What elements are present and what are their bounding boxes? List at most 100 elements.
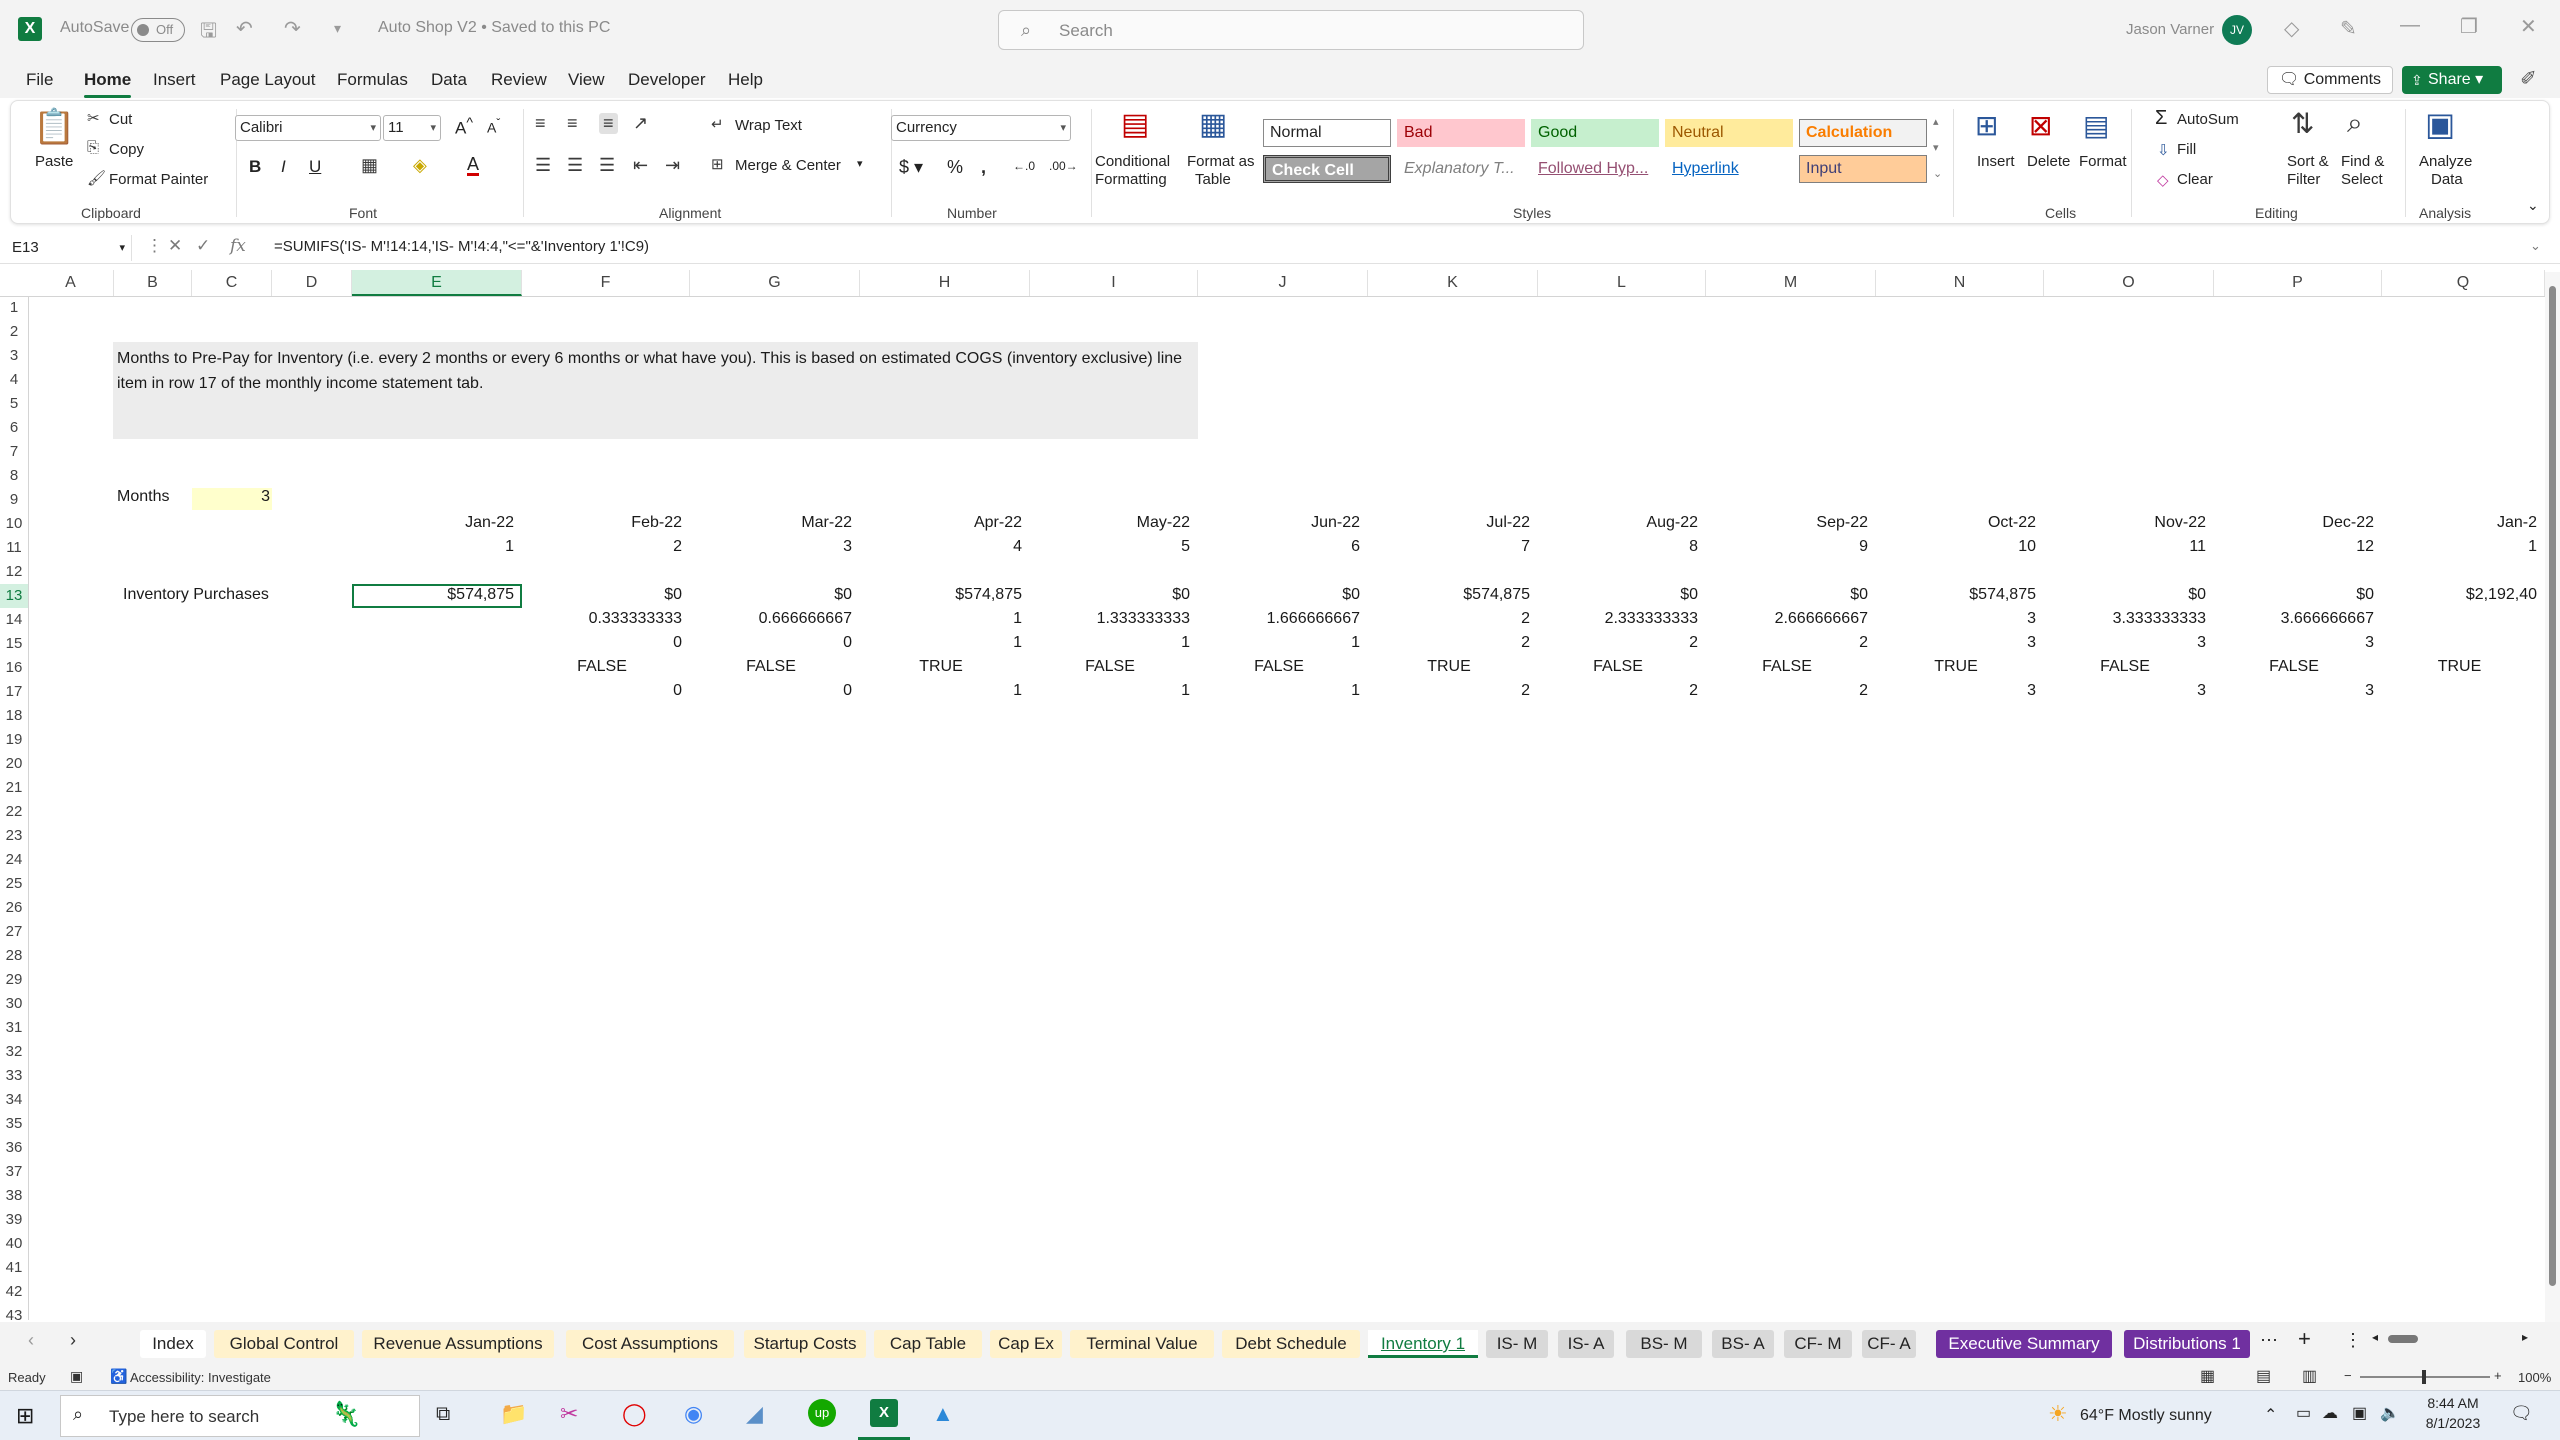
clear-button[interactable]: Clear: [2177, 171, 2213, 188]
close-icon[interactable]: ✕: [2520, 14, 2537, 39]
cell-p13[interactable]: $0: [2214, 586, 2374, 604]
fill-button[interactable]: Fill: [2177, 141, 2196, 158]
cell-j16[interactable]: FALSE: [1198, 658, 1360, 676]
cell-h15[interactable]: 1: [860, 634, 1022, 652]
style-input[interactable]: Input: [1799, 155, 1927, 183]
cell-g14[interactable]: 0.666666667: [690, 610, 852, 628]
tab-is-a[interactable]: IS- A: [1558, 1330, 1614, 1358]
add-sheet-icon[interactable]: +: [2298, 1326, 2311, 1352]
tab-global-control[interactable]: Global Control: [214, 1330, 354, 1358]
cell-j10[interactable]: Jun-22: [1198, 514, 1360, 532]
row-header-6[interactable]: 6: [0, 416, 28, 440]
row-header-8[interactable]: 8: [0, 464, 28, 488]
chrome-icon[interactable]: ◉: [684, 1401, 703, 1427]
cell-j15[interactable]: 1: [1198, 634, 1360, 652]
find-select-button-line2[interactable]: Select: [2341, 171, 2383, 188]
search-box[interactable]: ⌕ Search: [998, 10, 1584, 50]
column-header-h[interactable]: H: [860, 270, 1030, 296]
format-as-table-button-line2[interactable]: Table: [1195, 171, 1231, 188]
scrollbar-thumb[interactable]: [2549, 286, 2556, 1286]
orientation-icon[interactable]: ↗: [633, 113, 648, 134]
align-left-icon[interactable]: ☰: [535, 155, 551, 176]
zoom-in-icon[interactable]: +: [2494, 1368, 2502, 1383]
decrease-font-icon[interactable]: Aˇ: [487, 117, 500, 136]
chevron-up-icon[interactable]: ⌃: [2264, 1405, 2277, 1425]
task-view-icon[interactable]: ⧉: [436, 1403, 450, 1426]
cell-j14[interactable]: 1.666666667: [1198, 610, 1360, 628]
font-color-icon[interactable]: A: [467, 155, 480, 176]
zoom-level[interactable]: 100%: [2518, 1370, 2551, 1385]
row-header-39[interactable]: 39: [0, 1208, 28, 1232]
scroll-left-icon[interactable]: ◂: [2372, 1330, 2378, 1344]
user-name[interactable]: Jason Varner: [2126, 21, 2214, 38]
cell-l16[interactable]: FALSE: [1538, 658, 1698, 676]
cell-n17[interactable]: 3: [1876, 682, 2036, 700]
number-format-dropdown[interactable]: Currency ▾: [891, 115, 1071, 141]
cell-n15[interactable]: 3: [1876, 634, 2036, 652]
cell-g11[interactable]: 3: [690, 538, 852, 556]
cell-k15[interactable]: 2: [1368, 634, 1530, 652]
cell-f10[interactable]: Feb-22: [522, 514, 682, 532]
name-box[interactable]: E13 ▾: [8, 235, 132, 261]
row-header-42[interactable]: 42: [0, 1280, 28, 1304]
increase-decimal-icon[interactable]: ←.0: [1013, 159, 1035, 173]
cell-f14[interactable]: 0.333333333: [522, 610, 682, 628]
cell-g13[interactable]: $0: [690, 586, 852, 604]
cell-g15[interactable]: 0: [690, 634, 852, 652]
cell-o13[interactable]: $0: [2044, 586, 2206, 604]
row-header-32[interactable]: 32: [0, 1040, 28, 1064]
paste-button[interactable]: Paste: [35, 153, 73, 170]
cell-n14[interactable]: 3: [1876, 610, 2036, 628]
row-header-41[interactable]: 41: [0, 1256, 28, 1280]
tab-cf-a[interactable]: CF- A: [1862, 1330, 1916, 1358]
borders-icon[interactable]: ▦: [361, 155, 378, 176]
cell-p11[interactable]: 12: [2214, 538, 2374, 556]
cell-h17[interactable]: 1: [860, 682, 1022, 700]
cell-l10[interactable]: Aug-22: [1538, 514, 1698, 532]
cell-j17[interactable]: 1: [1198, 682, 1360, 700]
row-header-17[interactable]: 17: [0, 680, 28, 704]
page-break-view-icon[interactable]: ▥: [2302, 1366, 2317, 1386]
column-header-j[interactable]: J: [1198, 270, 1368, 296]
autosum-button[interactable]: AutoSum: [2177, 111, 2239, 128]
more-options-icon[interactable]: ⋮: [146, 236, 163, 256]
align-top-icon[interactable]: ≡: [535, 113, 546, 134]
photos-icon[interactable]: ▲: [932, 1401, 954, 1427]
column-header-o[interactable]: O: [2044, 270, 2214, 296]
cell-h14[interactable]: 1: [860, 610, 1022, 628]
cell-m15[interactable]: 2: [1706, 634, 1868, 652]
column-header-g[interactable]: G: [690, 270, 860, 296]
column-header-a[interactable]: A: [28, 270, 114, 296]
macro-icon[interactable]: ▣: [70, 1368, 83, 1385]
tab-bs-m[interactable]: BS- M: [1626, 1330, 1702, 1358]
analyze-data-button-line2[interactable]: Data: [2431, 171, 2463, 188]
cell-i10[interactable]: May-22: [1030, 514, 1190, 532]
cell-n13[interactable]: $574,875: [1876, 586, 2036, 604]
clock-time[interactable]: 8:44 AM: [2418, 1395, 2488, 1411]
menu-review[interactable]: Review: [491, 70, 547, 90]
row-header-28[interactable]: 28: [0, 944, 28, 968]
normal-view-icon[interactable]: ▦: [2200, 1366, 2215, 1386]
menu-home[interactable]: Home: [84, 70, 132, 98]
row-header-20[interactable]: 20: [0, 752, 28, 776]
collapse-ribbon-icon[interactable]: ⌄: [2527, 197, 2539, 214]
opera-icon[interactable]: ◯: [622, 1401, 647, 1427]
cell-p16[interactable]: FALSE: [2214, 658, 2374, 676]
autosave-toggle[interactable]: Off: [131, 18, 185, 42]
cell-h13[interactable]: $574,875: [860, 586, 1022, 604]
format-painter-button[interactable]: Format Painter: [109, 171, 208, 188]
column-header-n[interactable]: N: [1876, 270, 2044, 296]
row-header-3[interactable]: 3: [0, 344, 28, 368]
format-as-table-button[interactable]: Format as: [1187, 153, 1255, 170]
more-options-icon[interactable]: ⋮: [2344, 1330, 2362, 1351]
row-header-1[interactable]: 1: [0, 296, 28, 320]
tab-startup-costs[interactable]: Startup Costs: [744, 1330, 866, 1358]
underline-button[interactable]: U: [309, 157, 321, 177]
cancel-icon[interactable]: ✕: [168, 236, 182, 256]
cell-i16[interactable]: FALSE: [1030, 658, 1190, 676]
decrease-decimal-icon[interactable]: .00→: [1049, 159, 1078, 173]
cell-i11[interactable]: 5: [1030, 538, 1190, 556]
tab-cap-table[interactable]: Cap Table: [874, 1330, 982, 1358]
tab-inventory-1[interactable]: Inventory 1: [1368, 1330, 1478, 1358]
column-header-c[interactable]: C: [192, 270, 272, 296]
